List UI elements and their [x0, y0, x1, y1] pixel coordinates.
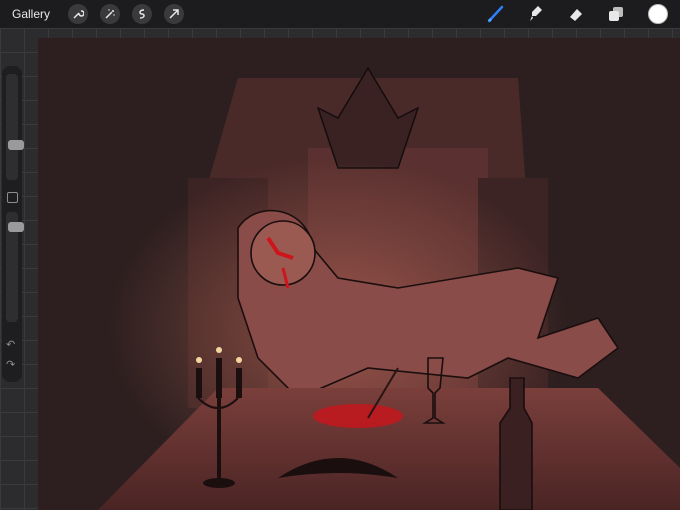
modify-button[interactable]: [7, 192, 18, 203]
layers-icon[interactable]: [606, 4, 626, 24]
undo-icon[interactable]: ↶: [6, 338, 15, 351]
magic-wand-icon[interactable]: [100, 4, 121, 24]
brush-size-handle[interactable]: [8, 140, 24, 150]
brush-icon[interactable]: [486, 4, 506, 24]
actions-toolbar: [56, 4, 185, 24]
eraser-icon[interactable]: [566, 4, 586, 24]
artwork: [38, 38, 680, 510]
drawing-canvas[interactable]: [38, 38, 680, 510]
selection-icon[interactable]: [132, 4, 153, 24]
painting-tools: [466, 4, 668, 24]
opacity-slider[interactable]: [6, 212, 24, 322]
redo-icon[interactable]: ↷: [6, 358, 15, 371]
opacity-handle[interactable]: [8, 222, 24, 232]
smudge-icon[interactable]: [526, 4, 546, 24]
top-toolbar: Gallery: [0, 0, 680, 28]
gallery-button[interactable]: Gallery: [12, 7, 50, 21]
color-picker-swatch[interactable]: [648, 4, 668, 24]
transform-arrow-icon[interactable]: [164, 4, 185, 24]
left-sidebar: ↶ ↷: [2, 66, 24, 382]
brush-size-slider[interactable]: [6, 74, 24, 180]
wrench-icon[interactable]: [68, 4, 89, 24]
blood-plate: [313, 404, 403, 428]
